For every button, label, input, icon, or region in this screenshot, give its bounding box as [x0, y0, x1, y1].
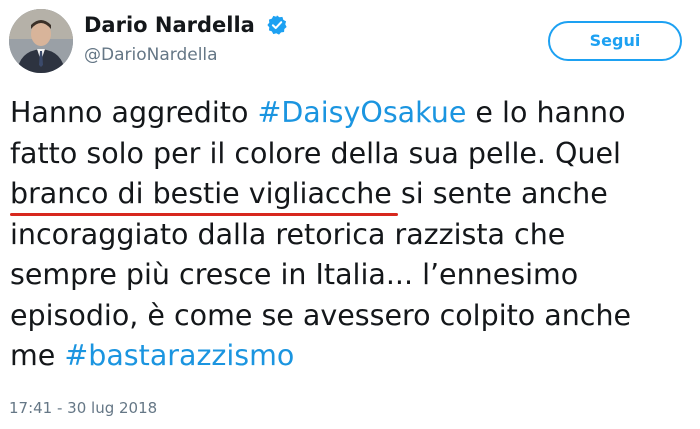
avatar[interactable] — [9, 9, 73, 73]
follow-button[interactable]: Segui — [548, 21, 682, 61]
author-info: Dario Nardella @DarioNardella — [84, 12, 288, 66]
verified-badge-icon — [267, 15, 287, 35]
tweet-line: branco di bestie vigliacche si sente anc… — [10, 174, 695, 216]
red-underline-annotation — [10, 213, 398, 216]
hashtag-link[interactable]: #bastarazzismo — [64, 339, 294, 372]
tweet-line: me #bastarazzismo — [10, 336, 695, 377]
text-segment: e lo hanno — [466, 96, 626, 129]
text-segment: Hanno aggredito — [10, 96, 258, 129]
tweet-line: Hanno aggredito #DaisyOsakue e lo hanno — [10, 93, 695, 134]
tweet-line: fatto solo per il colore della sua pelle… — [10, 136, 621, 170]
tweet-card: Dario Nardella @DarioNardella Segui Hann… — [0, 0, 700, 429]
tweet-timestamp[interactable]: 17:41 - 30 lug 2018 — [9, 398, 157, 418]
tweet-line: sempre più cresce in Italia... l’ennesim… — [10, 258, 579, 291]
text-segment: me — [10, 339, 65, 372]
tweet-line: incoraggiato dalla retorica razzista che — [10, 217, 566, 251]
user-handle[interactable]: @DarioNardella — [84, 44, 288, 66]
display-name[interactable]: Dario Nardella — [84, 12, 255, 38]
avatar-image — [9, 9, 73, 73]
underlined-phrase-text: branco di bestie vigliacche — [10, 177, 392, 210]
hashtag-link[interactable]: #DaisyOsakue — [257, 96, 466, 129]
tweet-line: episodio, è come se avessero colpito anc… — [10, 298, 632, 332]
text-segment: si sente anche — [391, 177, 608, 210]
underlined-phrase: branco di bestie vigliacche — [10, 177, 398, 216]
tweet-text: Hanno aggredito #DaisyOsakue e lo hanno … — [10, 93, 695, 377]
